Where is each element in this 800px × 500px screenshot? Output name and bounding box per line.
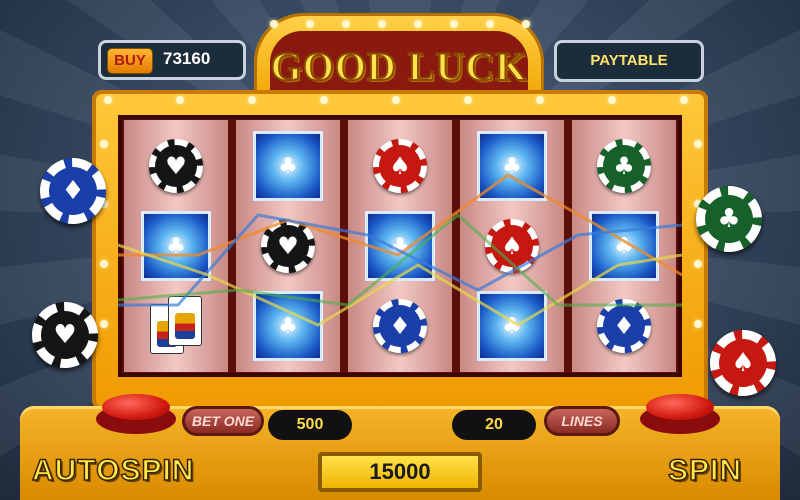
side-chip-red-spade: ♠ xyxy=(710,330,776,396)
light-bulb xyxy=(104,96,112,104)
marquee-panel: GOOD LUCK xyxy=(270,31,528,95)
light-bulb xyxy=(522,20,530,28)
total-bet-display: 15000 xyxy=(318,452,482,492)
light-bulb xyxy=(100,320,108,328)
side-chip-green-club: ♣ xyxy=(696,186,762,252)
light-bulb xyxy=(100,260,108,268)
marquee-title: GOOD LUCK xyxy=(270,43,528,90)
side-chip-black-heart: ♥ xyxy=(32,302,98,368)
wild-symbol: ♣ xyxy=(141,211,211,281)
wild-symbol: ♣ xyxy=(253,291,323,361)
light-bulb xyxy=(100,140,108,148)
light-bulb xyxy=(694,140,702,148)
lines-value: 20 xyxy=(452,410,536,440)
wild-symbol: ♣ xyxy=(253,131,323,201)
credit-display: BUY 73160 xyxy=(98,40,246,80)
light-bulb xyxy=(486,20,494,28)
light-bulb xyxy=(176,96,184,104)
lines-button[interactable]: LINES xyxy=(544,406,620,436)
spin-label[interactable]: SPIN xyxy=(667,453,742,488)
light-bulb xyxy=(694,320,702,328)
bet-one-button[interactable]: BET ONE xyxy=(182,406,264,436)
card-face xyxy=(175,313,195,339)
chip-black-heart-icon: ♥ xyxy=(261,219,315,273)
chip-green-club-icon: ♣ xyxy=(597,139,651,193)
light-bulb xyxy=(414,20,422,28)
wild-symbol: ♣ xyxy=(365,211,435,281)
light-bulb xyxy=(450,20,458,28)
light-bulb xyxy=(378,20,386,28)
chip-blue-diamond-icon: ♦ xyxy=(597,299,651,353)
light-bulb xyxy=(608,96,616,104)
wild-symbol: ♣ xyxy=(477,131,547,201)
light-bulb xyxy=(392,96,400,104)
chip-red-spade-icon: ♠ xyxy=(485,219,539,273)
autospin-label[interactable]: AUTOSPIN xyxy=(31,453,194,488)
reel-2: ♣ ♥ ♣ xyxy=(236,120,340,372)
light-bulb xyxy=(536,96,544,104)
chip-red-spade-icon: ♠ xyxy=(373,139,427,193)
spin-button[interactable] xyxy=(646,394,714,420)
light-bulb xyxy=(342,20,350,28)
buy-button[interactable]: BUY xyxy=(107,48,153,74)
wild-symbol: ♣ xyxy=(589,211,659,281)
reel-5: ♣ ♣ ♦ xyxy=(572,120,676,372)
king-card xyxy=(168,296,202,346)
light-bulb xyxy=(464,96,472,104)
autospin-button[interactable] xyxy=(102,394,170,420)
chip-blue-diamond-icon: ♦ xyxy=(373,299,427,353)
reel-1: ♥ ♣ xyxy=(124,120,228,372)
side-chip-blue-diamond: ♦ xyxy=(40,158,106,224)
light-bulb xyxy=(306,20,314,28)
light-bulb xyxy=(320,96,328,104)
light-bulb xyxy=(270,20,278,28)
chip-black-heart-icon: ♥ xyxy=(149,139,203,193)
reel-4: ♣ ♠ ♣ xyxy=(460,120,564,372)
reel-3: ♠ ♣ ♦ xyxy=(348,120,452,372)
light-bulb xyxy=(694,260,702,268)
credit-value: 73160 xyxy=(163,49,211,68)
bet-one-value: 500 xyxy=(268,410,352,440)
light-bulb xyxy=(248,96,256,104)
paytable-button[interactable]: PAYTABLE xyxy=(554,40,704,82)
king-queen-cards-icon xyxy=(148,294,204,358)
light-bulb xyxy=(680,96,688,104)
wild-symbol: ♣ xyxy=(477,291,547,361)
